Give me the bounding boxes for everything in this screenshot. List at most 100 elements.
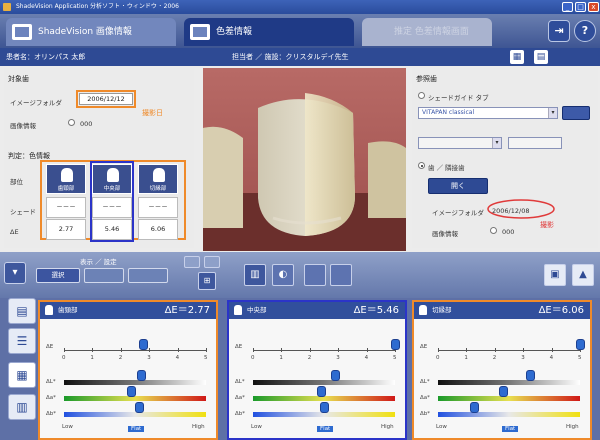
- mode-button-3[interactable]: [128, 268, 168, 283]
- axis-tick: [466, 348, 468, 352]
- info-icon[interactable]: [68, 119, 75, 126]
- zone-header-incisal[interactable]: 切縁部: [138, 164, 178, 194]
- de-axis: [64, 350, 206, 351]
- color-row-label: Δa*: [235, 395, 245, 401]
- tab-estimated-color-difference[interactable]: 推定 色差情報画面: [362, 18, 492, 46]
- color-marker[interactable]: [320, 402, 329, 413]
- color-marker[interactable]: [136, 370, 146, 381]
- low-label: Low: [251, 424, 262, 430]
- axis-tick-label: 3: [521, 355, 525, 361]
- zone-panel-incisal: 切縁部 ΔE＝6.06 ΔE 0 1 2 3 4 5 ΔL* Δa* Δb* Low High Flat: [412, 300, 592, 440]
- table-icon[interactable]: ▥: [8, 394, 36, 420]
- image-info-value: 000: [80, 120, 93, 128]
- select-button[interactable]: 選択: [36, 268, 80, 283]
- target-tooth-panel: 対象歯 イメージフォルダ 2006/12/12 撮影日 画像情報 000 判定：…: [4, 68, 194, 248]
- axis-tick: [149, 348, 151, 352]
- color-marker[interactable]: [317, 386, 327, 397]
- high-label: High: [192, 424, 205, 430]
- chevron-down-icon: ▾: [548, 108, 557, 118]
- info-icon[interactable]: [490, 227, 497, 234]
- color-marker[interactable]: [126, 386, 136, 397]
- axis-tick: [120, 348, 122, 352]
- zone-name: 切縁部: [149, 186, 167, 192]
- settings-list-icon[interactable]: ☰: [8, 328, 36, 354]
- dropdown-icon[interactable]: ▾: [4, 262, 26, 284]
- calendar-icon[interactable]: ▦: [8, 362, 36, 388]
- zone-panel-header: 切縁部 ΔE＝6.06: [414, 302, 590, 319]
- tooth-view-icon[interactable]: ◐: [272, 264, 294, 286]
- axis-tick-label: 2: [307, 355, 312, 361]
- tooth-icon[interactable]: ▲: [572, 264, 594, 286]
- color-marker[interactable]: [331, 370, 341, 381]
- tooth-image: [203, 68, 406, 251]
- image-icon: [12, 24, 32, 40]
- photo-icon[interactable]: ▣: [544, 264, 566, 286]
- axis-tick-label: 1: [279, 355, 283, 361]
- tooth-radio-label: 歯 ／ 隣接歯: [428, 164, 465, 172]
- maximize-button[interactable]: □: [575, 2, 586, 12]
- exit-icon[interactable]: ⇥: [548, 20, 570, 42]
- color-marker[interactable]: [526, 370, 536, 381]
- color-scale-bar: [253, 380, 395, 385]
- tab-image-info-label: ShadeVision 画像情報: [38, 27, 132, 37]
- display-toolbar: ▾ 表示 ／ 設定 選択 ⊞ ▥ ◐ ▣ ▲: [0, 252, 600, 298]
- grid-icon[interactable]: ▦: [510, 50, 524, 64]
- title-bar: ShadeVision Application 分析ソフト ･ ウィンドウ ･ …: [0, 0, 600, 14]
- minimize-button[interactable]: _: [562, 2, 573, 12]
- tab-select[interactable]: ▾: [418, 137, 502, 149]
- de-cell: 2.77: [46, 219, 86, 240]
- tooth-radio[interactable]: [418, 162, 425, 169]
- mode-button-2[interactable]: [84, 268, 124, 283]
- close-button[interactable]: x: [588, 2, 599, 12]
- de-marker[interactable]: [391, 339, 400, 350]
- lock-icon: [234, 305, 242, 315]
- guide-action-button[interactable]: [562, 106, 590, 120]
- axis-tick-label: 4: [364, 355, 369, 361]
- color-scale-bar: [438, 380, 580, 385]
- view-sidebar: ▤ ☰ ▦ ▥: [4, 298, 38, 440]
- shade-guide-radio[interactable]: [418, 92, 425, 99]
- chevron-down-icon: ▾: [492, 138, 501, 148]
- color-row-label: Δb*: [235, 411, 246, 417]
- ref-image-folder-label: イメージフォルダ: [432, 209, 484, 217]
- low-label: Low: [62, 424, 73, 430]
- zoom-out-icon[interactable]: [204, 256, 220, 268]
- help-icon[interactable]: ?: [574, 20, 596, 42]
- split-view-icon[interactable]: ▥: [244, 264, 266, 286]
- tab-value-field[interactable]: [508, 137, 562, 149]
- lock-icon: [419, 305, 427, 315]
- de-row-label: ΔE: [420, 344, 428, 350]
- tab-color-difference[interactable]: 色差情報: [184, 18, 354, 46]
- image-folder-field[interactable]: 2006/12/12: [79, 93, 133, 105]
- fit-icon[interactable]: ⊞: [198, 272, 216, 290]
- de-marker[interactable]: [576, 339, 585, 350]
- zone-panel-header: 中央部 ΔE＝5.46: [229, 302, 405, 319]
- axis-tick-label: 4: [175, 355, 180, 361]
- color-scale-bar: [438, 396, 580, 401]
- calendar-icon[interactable]: ▤: [534, 50, 548, 64]
- ref-image-info-value: 000: [502, 228, 515, 236]
- shade-cell: －－－: [46, 197, 86, 218]
- section-title: 対象歯: [8, 75, 29, 83]
- axis-tick-label: 1: [90, 355, 94, 361]
- color-marker[interactable]: [469, 402, 479, 413]
- open-button[interactable]: 開く: [428, 178, 488, 194]
- color-marker[interactable]: [499, 386, 509, 397]
- axis-tick: [177, 348, 179, 352]
- zone-header-cervical[interactable]: 歯頸部: [46, 164, 86, 194]
- low-label: Low: [436, 424, 447, 430]
- tab-image-info[interactable]: ShadeVision 画像情報: [6, 18, 176, 46]
- color-marker[interactable]: [135, 402, 145, 413]
- folder-note: 撮影日: [142, 109, 163, 117]
- next-icon[interactable]: [330, 264, 352, 286]
- zone-panel-header: 歯頸部 ΔE＝2.77: [40, 302, 216, 319]
- prev-icon[interactable]: [304, 264, 326, 286]
- de-row-label: ΔE: [235, 344, 243, 350]
- axis-tick: [64, 348, 65, 352]
- color-row-label: Δb*: [420, 411, 431, 417]
- shade-guide-select[interactable]: VITAPAN classical ▾: [418, 107, 558, 119]
- image-list-icon[interactable]: ▤: [8, 298, 36, 324]
- zoom-in-icon[interactable]: [184, 256, 200, 268]
- shade-cell: －－－: [138, 197, 178, 218]
- de-marker[interactable]: [138, 339, 148, 350]
